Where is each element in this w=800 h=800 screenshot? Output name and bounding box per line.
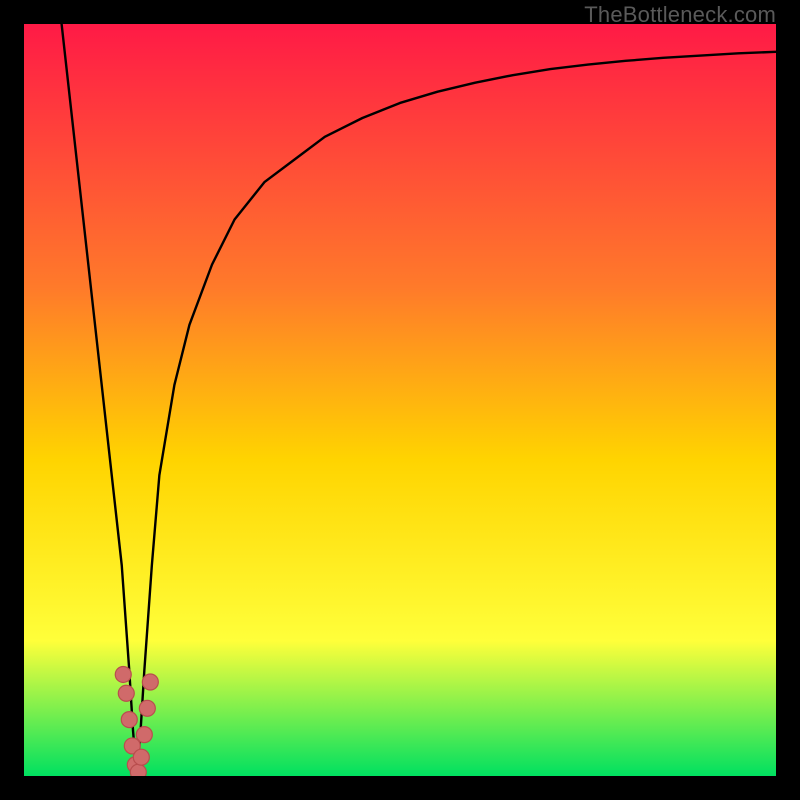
plot-area	[24, 24, 776, 776]
data-marker	[136, 727, 152, 743]
data-marker	[121, 712, 137, 728]
chart-frame: TheBottleneck.com	[0, 0, 800, 800]
gradient-background	[24, 24, 776, 776]
data-marker	[133, 749, 149, 765]
data-marker	[139, 700, 155, 716]
data-marker	[142, 674, 158, 690]
data-marker	[115, 666, 131, 682]
data-marker	[118, 685, 134, 701]
chart-svg	[24, 24, 776, 776]
data-marker	[130, 764, 146, 776]
